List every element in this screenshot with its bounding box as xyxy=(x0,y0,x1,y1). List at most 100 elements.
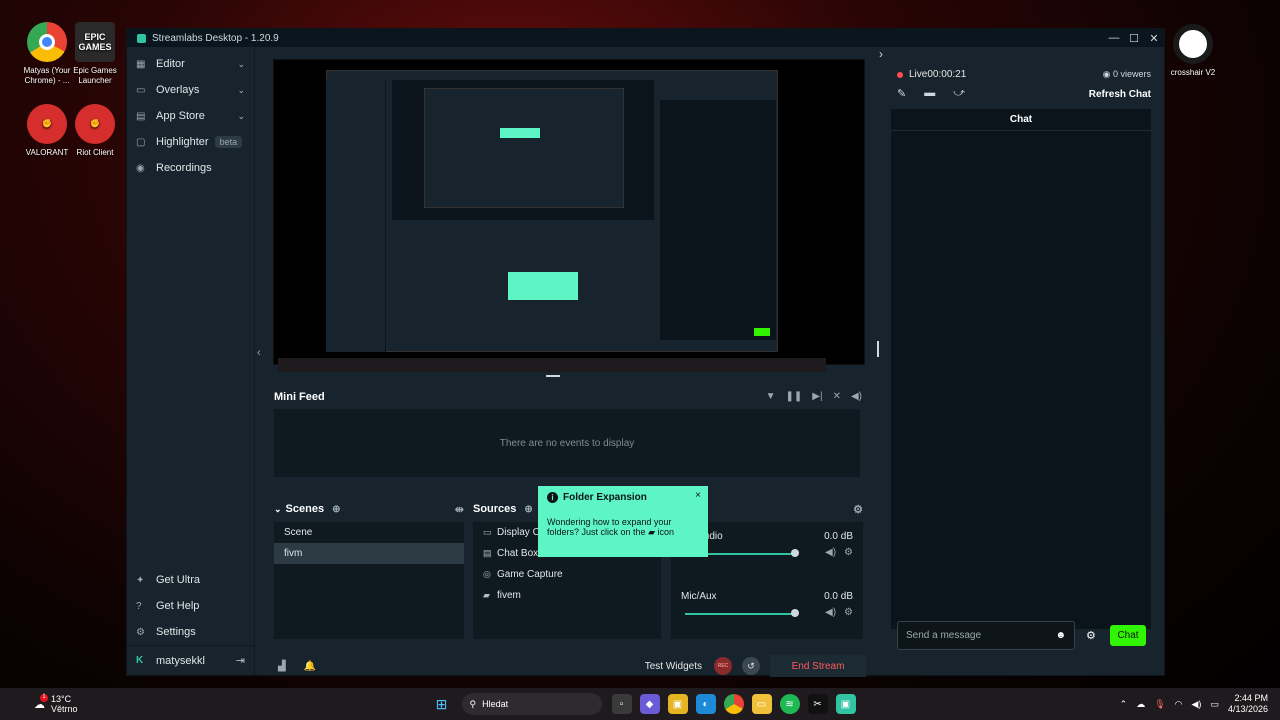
taskbar-search[interactable]: ⚲ Hledat xyxy=(461,693,602,715)
chat-input[interactable]: Send a message ☻ xyxy=(897,621,1075,650)
volume-slider[interactable]: ◀) ⚙ xyxy=(681,605,853,623)
tooltip-body-line: folders? Just click on the xyxy=(547,527,646,537)
edit-stream-icon[interactable]: ✎ xyxy=(897,87,906,100)
viewer-count: 0 viewers xyxy=(1112,69,1151,79)
riot-client-icon: ✊ xyxy=(75,104,115,144)
sidebar-item-editor[interactable]: ▦ Editor ⌄ xyxy=(127,51,254,77)
notifications-icon[interactable]: 🔔 xyxy=(304,661,316,672)
chevron-up-icon[interactable]: ⌃ xyxy=(1120,699,1128,710)
end-stream-button[interactable]: End Stream xyxy=(770,655,866,677)
add-scene-button[interactable]: ⊕ xyxy=(332,504,340,515)
gear-icon[interactable]: ⚙ xyxy=(844,607,853,618)
beta-badge: beta xyxy=(214,136,243,148)
test-widgets-button[interactable]: Test Widgets xyxy=(645,661,702,672)
sidebar-item-get-help[interactable]: ? Get Help xyxy=(127,593,254,619)
editor-main: ‹ Mini Feed ▼ ❚❚ ▶| ✕ ◀) There are no ev… xyxy=(257,47,889,677)
volume-icon[interactable]: ◀) xyxy=(851,391,862,402)
scene-item-selected[interactable]: fivm xyxy=(274,543,464,564)
chat-input-placeholder: Send a message xyxy=(906,630,982,641)
sidebar-item-label: Settings xyxy=(156,626,196,638)
recordings-icon: ◉ xyxy=(136,162,145,174)
eye-icon: ◉ xyxy=(1102,69,1111,79)
sidebar-item-overlays[interactable]: ▭ Overlays ⌄ xyxy=(127,77,254,103)
sidebar-item-highlighter[interactable]: ▢ Highlighter beta xyxy=(127,129,254,155)
clock[interactable]: 2:44 PM 4/13/2026 xyxy=(1228,693,1268,715)
speaker-icon[interactable]: ◀) xyxy=(825,607,836,618)
add-source-button[interactable]: ⊕ xyxy=(524,504,532,515)
collapse-left-icon[interactable]: ‹ xyxy=(257,347,261,359)
mute-alerts-icon[interactable]: ✕ xyxy=(833,391,841,402)
tooltip-close-button[interactable]: × xyxy=(695,490,701,501)
weather-widget[interactable]: ☁ 1 13°C Větrno xyxy=(34,693,78,714)
live-indicator-icon xyxy=(897,71,903,78)
capcut-icon[interactable]: ✂ xyxy=(807,694,828,714)
dock-resize-handle[interactable] xyxy=(546,375,560,377)
replay-buffer-icon[interactable]: ↺ xyxy=(742,657,760,675)
minimize-button[interactable]: — xyxy=(1104,32,1124,45)
chrome-icon[interactable] xyxy=(723,694,744,714)
share-icon[interactable]: ⤻ xyxy=(953,87,965,100)
sidebar-item-app-store[interactable]: ▤ App Store ⌄ xyxy=(127,103,254,129)
source-item[interactable]: ◎ Game Capture xyxy=(473,564,661,585)
onedrive-icon[interactable]: ☁ xyxy=(1136,699,1145,710)
close-button[interactable]: ✕ xyxy=(1144,32,1164,45)
chrome-icon xyxy=(27,22,67,62)
desktop-icon-epic[interactable]: EPIC GAMES Epic Games Launcher xyxy=(65,22,125,86)
slider-knob[interactable] xyxy=(791,609,799,617)
desktop-icon-riot[interactable]: ✊ Riot Client xyxy=(65,104,125,158)
emoji-icon[interactable]: ☻ xyxy=(1055,630,1066,641)
microphone-icon[interactable]: 🎙 xyxy=(1154,699,1165,710)
sidebar-item-get-ultra[interactable]: ✦ Get Ultra xyxy=(127,567,254,593)
spotify-icon[interactable]: ≋ xyxy=(779,694,800,714)
file-explorer-icon[interactable]: ▣ xyxy=(667,694,688,714)
collapse-right-icon[interactable]: › xyxy=(879,47,883,61)
sidebar-item-label: Recordings xyxy=(156,162,212,174)
tooltip-title: Folder Expansion xyxy=(563,492,647,503)
stream-preview[interactable] xyxy=(273,59,865,372)
windows-start-icon[interactable]: ⊞ xyxy=(432,694,452,714)
sidebar-item-recordings[interactable]: ◉ Recordings xyxy=(127,155,254,181)
chat-send-button[interactable]: Chat xyxy=(1110,625,1146,646)
source-folder[interactable]: ▰ fivem xyxy=(473,585,661,606)
preview-nested-taskbar xyxy=(278,358,826,372)
speaker-icon[interactable]: ◀) xyxy=(825,547,836,558)
record-button[interactable]: REC xyxy=(714,657,732,675)
battery-icon[interactable]: ▭ xyxy=(1210,699,1219,710)
preview-chat-button xyxy=(754,328,770,336)
sidebar-item-label: Overlays xyxy=(156,84,200,96)
desktop-icon-label: VALORANT xyxy=(25,148,69,157)
feed-empty-state: There are no events to display xyxy=(274,409,860,477)
task-view-icon[interactable]: ▫ xyxy=(611,694,632,714)
collapse-scenes-icon[interactable]: ⌄ xyxy=(274,504,282,515)
gear-icon[interactable]: ⚙ xyxy=(844,547,853,558)
desktop-icon-label: Epic Games Launcher xyxy=(73,66,117,85)
chat-settings-icon[interactable]: ⚙ xyxy=(1086,629,1096,642)
user-profile[interactable]: Kmatysekkl ⇥ xyxy=(127,645,254,675)
wifi-icon[interactable]: ◠ xyxy=(1175,699,1183,710)
slider-knob[interactable] xyxy=(791,549,799,557)
resize-handle[interactable] xyxy=(877,341,879,357)
mixer-settings-icon[interactable]: ⚙ xyxy=(853,503,863,516)
folder-icon[interactable]: ▭ xyxy=(751,694,772,714)
stream-controls: ▟ 🔔 Test Widgets REC ↺ End Stream xyxy=(274,653,866,679)
volume-icon[interactable]: ◀) xyxy=(1192,699,1202,710)
sidebar-item-settings[interactable]: ⚙ Settings xyxy=(127,619,254,645)
desktop-icon-crosshair[interactable]: crosshair V2 xyxy=(1163,24,1223,78)
edge-icon[interactable]: ◐ xyxy=(695,694,716,714)
live-label: Live xyxy=(909,69,928,80)
video-icon[interactable]: ▬ xyxy=(924,87,935,100)
scene-transitions-icon[interactable]: ⇹ xyxy=(455,503,464,516)
maximize-button[interactable]: ☐ xyxy=(1124,32,1144,45)
performance-icon[interactable]: ▟ xyxy=(278,661,286,672)
sidebar: ▦ Editor ⌄ ▭ Overlays ⌄ ▤ App Store ⌄ ▢ Highlig… xyxy=(127,47,255,675)
logout-icon[interactable]: ⇥ xyxy=(236,654,245,667)
filter-icon[interactable]: ▼ xyxy=(766,391,776,402)
refresh-chat-button[interactable]: Refresh Chat xyxy=(1089,89,1151,100)
folder-expansion-tooltip: i Folder Expansion × Wondering how to exp… xyxy=(538,486,708,557)
skip-icon[interactable]: ▶| xyxy=(812,391,822,402)
copilot-icon[interactable]: ◆ xyxy=(639,694,660,714)
pause-icon[interactable]: ❚❚ xyxy=(786,391,803,402)
streamlabs-icon[interactable]: ▣ xyxy=(835,694,856,714)
scene-item[interactable]: Scene xyxy=(274,522,464,543)
source-label: Game Capture xyxy=(497,569,563,580)
